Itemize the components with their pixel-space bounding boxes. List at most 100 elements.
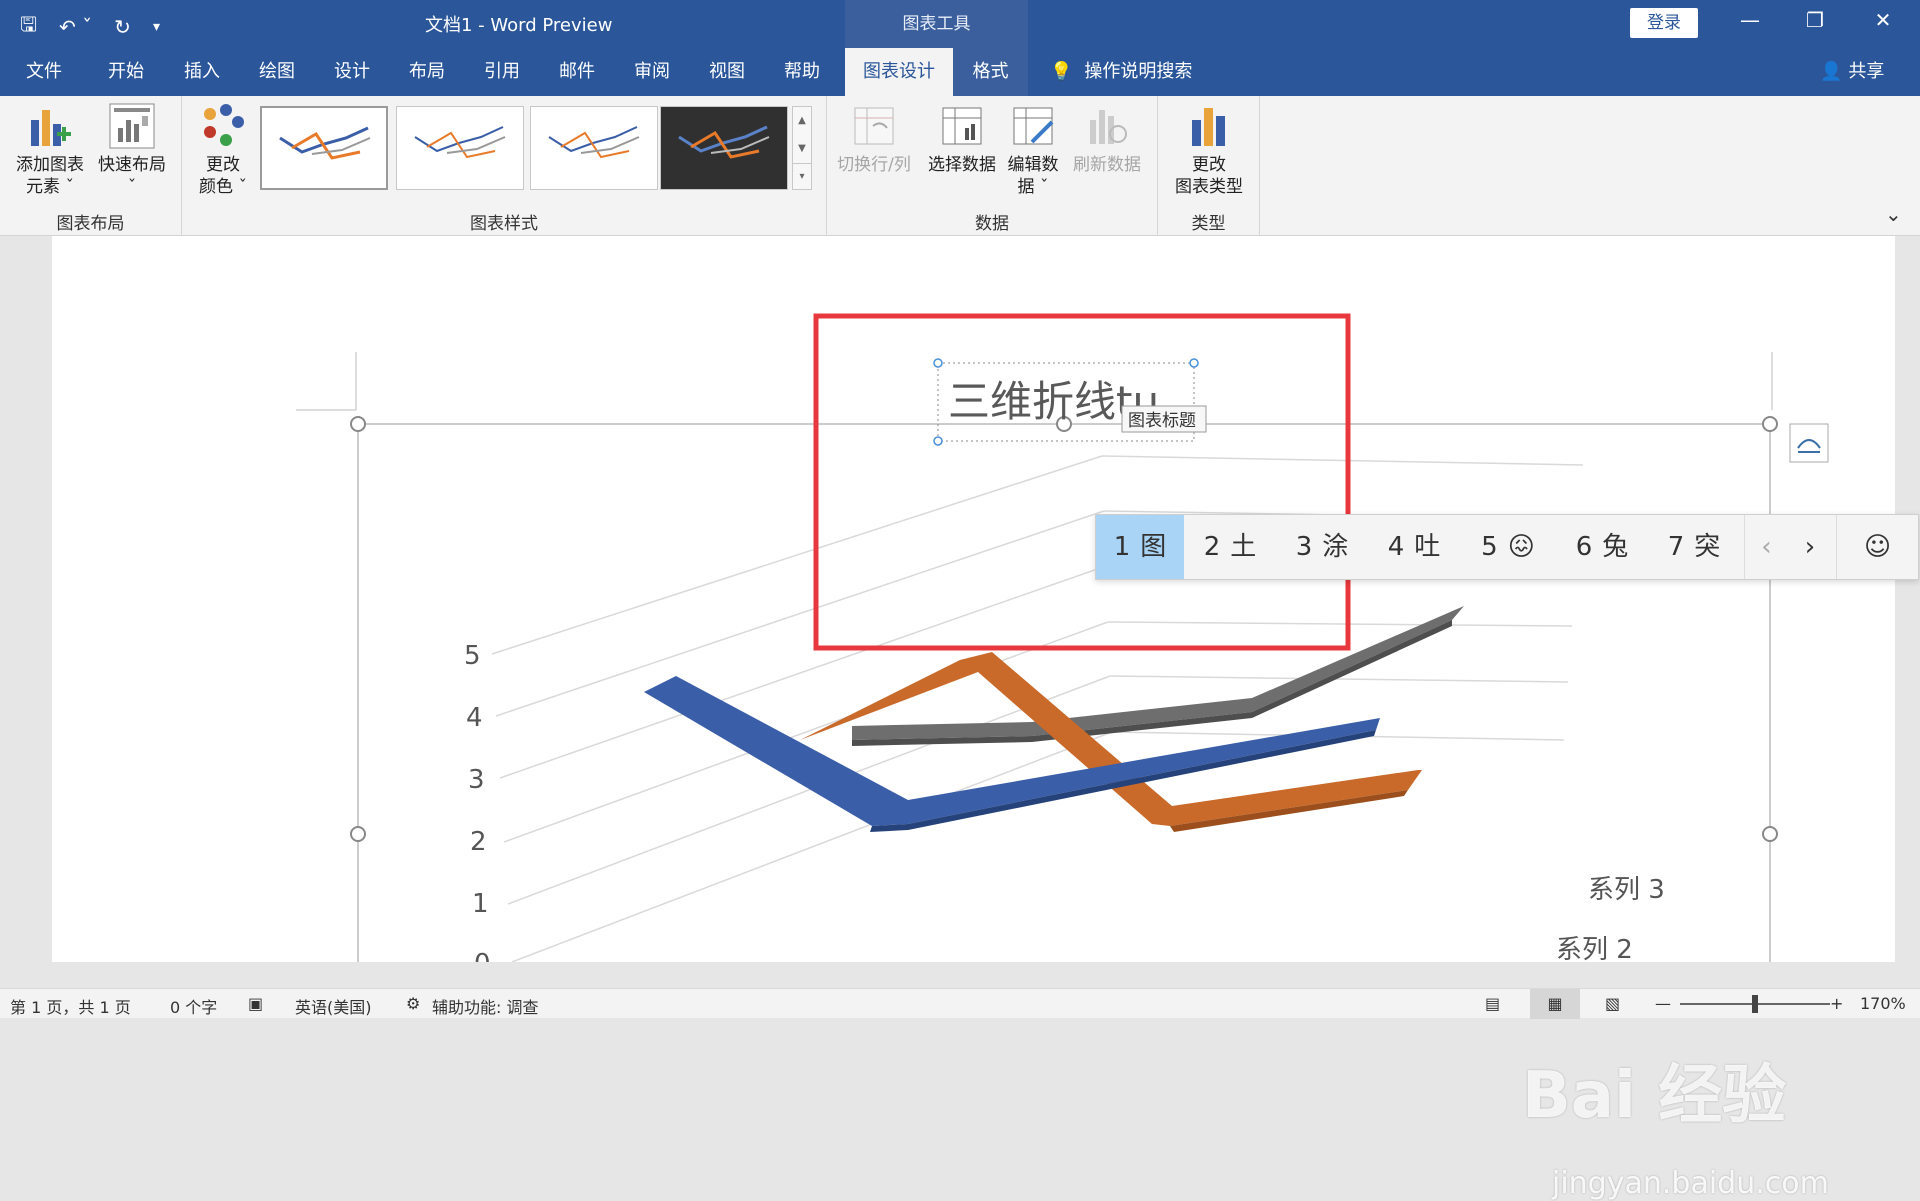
accessibility-status[interactable]: 辅助功能: 调查 <box>432 994 538 1018</box>
switch-row-column-button[interactable]: 切换行/列 <box>833 102 915 176</box>
quick-layout-button[interactable]: 快速布局 ˇ <box>92 102 172 198</box>
chart-style-2[interactable] <box>396 106 524 190</box>
resize-handle[interactable] <box>1762 826 1778 842</box>
ribbon-chart-design: 添加图表 元素 ˇ 快速布局 ˇ 图表布局 更改 颜色 ˇ ▲ ▼ ▾ 图表样式… <box>0 96 1920 236</box>
ime-prev-icon[interactable]: ‹ <box>1744 515 1788 579</box>
title-handle[interactable] <box>1189 358 1199 368</box>
resize-handle[interactable] <box>350 826 366 842</box>
refresh-data-button[interactable]: 刷新数据 <box>1067 102 1147 176</box>
red-highlight-box <box>813 313 1351 651</box>
ribbon-tabs: 文件 开始 插入 绘图 设计 布局 引用 邮件 审阅 视图 帮助 图表设计 格式… <box>0 48 1920 96</box>
group-type: 更改 图表类型 类型 <box>1158 96 1260 236</box>
change-chart-type-button[interactable]: 更改 图表类型 <box>1168 102 1250 198</box>
group-chart-layout: 添加图表 元素 ˇ 快速布局 ˇ 图表布局 <box>0 96 182 236</box>
title-tooltip: 图表标题 <box>1128 411 1196 431</box>
ime-candidate[interactable]: 6兔 <box>1556 515 1648 579</box>
proofing-icon[interactable]: ▣ <box>248 994 263 1013</box>
ime-candidate[interactable]: 2土 <box>1184 515 1276 579</box>
page-count[interactable]: 第 1 页，共 1 页 <box>10 994 131 1018</box>
word-count[interactable]: 0 个字 <box>170 994 217 1018</box>
resize-handle[interactable] <box>1762 416 1778 432</box>
zoom-out-icon[interactable]: — <box>1655 994 1671 1013</box>
chart-style-4[interactable] <box>660 106 788 190</box>
ime-candidate-bar: 1图 2土 3涂 4吐 5 😖 6兔 7突 ‹ › ☺ <box>1095 514 1919 580</box>
legend-series-2: 系列 2 <box>1556 935 1633 962</box>
title-handle[interactable] <box>933 436 943 446</box>
lightbulb-icon: 💡 <box>1050 61 1073 82</box>
gallery-down-icon[interactable]: ▼ <box>793 135 811 163</box>
read-mode-icon[interactable]: ▤ <box>1485 994 1500 1013</box>
ime-candidate[interactable]: 5 😖 <box>1460 515 1556 579</box>
change-colors-button[interactable]: 更改 颜色 ˇ <box>192 102 254 198</box>
group-label-chart-layout: 图表布局 <box>56 214 125 234</box>
title-handle[interactable] <box>933 358 943 368</box>
chart-tools-context-label: 图表工具 <box>845 0 1028 48</box>
resize-handle[interactable] <box>350 416 366 432</box>
tab-help[interactable]: 帮助 <box>770 48 834 96</box>
collapse-ribbon-icon[interactable]: ⌄ <box>1885 202 1902 226</box>
chart-style-thumbnail <box>414 126 506 159</box>
tab-chart-design[interactable]: 图表设计 <box>845 48 953 96</box>
ime-candidate[interactable]: 3涂 <box>1276 515 1368 579</box>
person-icon: 👤 <box>1820 61 1843 82</box>
minimize-icon[interactable]: — <box>1735 8 1765 32</box>
chart-style-1[interactable] <box>260 106 388 190</box>
customize-qat-icon[interactable]: ▾ <box>153 19 160 35</box>
gallery-scroll[interactable]: ▲ ▼ ▾ <box>792 106 812 190</box>
tab-design[interactable]: 设计 <box>320 48 384 96</box>
group-data: 切换行/列 选择数据 编辑数 据 ˇ 刷新数据 数据 <box>827 96 1158 236</box>
login-button[interactable]: 登录 <box>1630 8 1698 38</box>
chart-canvas: 5 4 3 2 1 0 系列 3 系列 2 三维折线tu 图表标题 <box>296 313 1829 979</box>
edit-data-button[interactable]: 编辑数 据 ˇ <box>1003 102 1063 198</box>
baidu-watermark: Bai 经验 <box>1522 1059 1787 1133</box>
select-data-icon <box>942 107 982 145</box>
web-layout-icon[interactable]: ▧ <box>1605 994 1620 1013</box>
ime-candidate[interactable]: 7突 <box>1648 515 1740 579</box>
group-chart-styles: 更改 颜色 ˇ ▲ ▼ ▾ 图表样式 <box>182 96 827 236</box>
change-chart-type-icon <box>1192 108 1225 146</box>
tab-draw[interactable]: 绘图 <box>245 48 309 96</box>
tab-layout[interactable]: 布局 <box>395 48 459 96</box>
refresh-data-icon <box>1090 110 1127 144</box>
add-chart-element-button[interactable]: 添加图表 元素 ˇ <box>10 102 90 198</box>
title-bar: 🖫 ↶ ˇ ↻ ▾ 文档1 - Word Preview 图表工具 登录 — ❐… <box>0 0 1920 48</box>
zoom-level[interactable]: 170% <box>1860 994 1906 1013</box>
tab-file[interactable]: 文件 <box>12 48 76 96</box>
restore-icon[interactable]: ❐ <box>1800 8 1830 32</box>
legend-series-3: 系列 3 <box>1588 875 1665 905</box>
tab-view[interactable]: 视图 <box>695 48 759 96</box>
tab-format[interactable]: 格式 <box>953 48 1028 96</box>
ime-candidate[interactable]: 4吐 <box>1368 515 1460 579</box>
zoom-slider-thumb[interactable] <box>1752 995 1758 1013</box>
select-data-button[interactable]: 选择数据 <box>925 102 999 176</box>
save-icon[interactable]: 🖫 <box>20 10 37 44</box>
undo-icon[interactable]: ↶ ˇ <box>59 15 92 39</box>
tell-me-search[interactable]: 💡 操作说明搜索 <box>1050 48 1192 96</box>
gallery-up-icon[interactable]: ▲ <box>793 107 811 135</box>
tab-insert[interactable]: 插入 <box>170 48 234 96</box>
gallery-more-icon[interactable]: ▾ <box>793 163 811 189</box>
tab-review[interactable]: 审阅 <box>620 48 684 96</box>
quick-access-toolbar: 🖫 ↶ ˇ ↻ ▾ <box>20 10 160 44</box>
palette-icon <box>204 104 244 146</box>
ime-next-icon[interactable]: › <box>1788 515 1832 579</box>
chart-style-thumbnail <box>279 126 371 160</box>
chart-style-thumbnail <box>678 125 770 159</box>
tab-home[interactable]: 开始 <box>94 48 158 96</box>
chart-style-3[interactable] <box>530 106 658 190</box>
quick-layout-icon <box>109 103 155 149</box>
redo-icon[interactable]: ↻ <box>114 15 131 39</box>
print-layout-icon[interactable]: ▦ <box>1530 989 1580 1019</box>
ime-candidate[interactable]: 1图 <box>1096 515 1184 579</box>
ime-emoji-icon[interactable]: ☺ <box>1836 515 1918 579</box>
tab-references[interactable]: 引用 <box>470 48 534 96</box>
close-icon[interactable]: ✕ <box>1868 8 1898 32</box>
y-tick-label: 5 <box>464 641 481 671</box>
share-button[interactable]: 👤 共享 <box>1820 48 1884 96</box>
y-tick-label: 1 <box>472 889 489 919</box>
zoom-in-icon[interactable]: + <box>1830 994 1843 1013</box>
language-indicator[interactable]: 英语(美国) <box>295 994 372 1018</box>
tab-mailings[interactable]: 邮件 <box>545 48 609 96</box>
y-tick-label: 4 <box>466 703 483 733</box>
layout-options-button[interactable] <box>1789 423 1829 463</box>
